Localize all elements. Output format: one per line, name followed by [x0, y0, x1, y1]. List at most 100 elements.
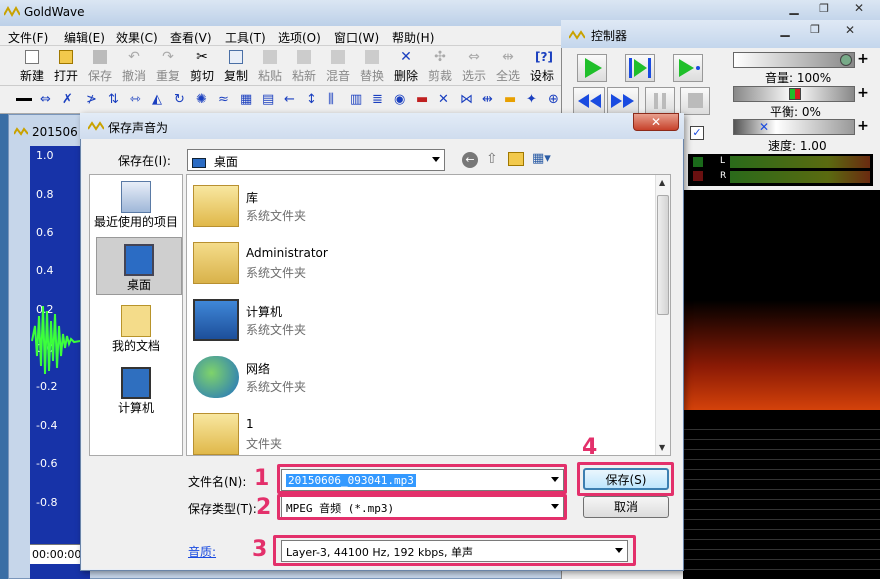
effect-icon-19[interactable]: ▬	[416, 92, 432, 108]
annotation-number-1: 1	[254, 466, 270, 491]
menu-window[interactable]: 窗口(W)	[334, 29, 379, 46]
wave-tab[interactable]: 201506	[13, 122, 84, 144]
save-in-combo[interactable]: 桌面	[187, 149, 445, 171]
delete-button[interactable]: ✕ 删除	[391, 48, 421, 84]
minimize-icon[interactable]: ▁	[780, 0, 808, 18]
place-label: 计算机	[117, 401, 154, 415]
list-item[interactable]: Administrator 系统文件夹	[191, 236, 631, 292]
stop-button[interactable]	[680, 87, 710, 115]
replace-button[interactable]: 替换	[357, 48, 387, 84]
scroll-down-icon[interactable]: ▼	[659, 443, 665, 452]
computer-icon	[193, 299, 239, 341]
effect-icon-14[interactable]: ↕	[306, 92, 322, 108]
list-item[interactable]: 1 文件夹	[191, 407, 631, 463]
save-toolbar-button[interactable]: 保存	[85, 48, 115, 84]
view-menu-icon[interactable]: ▦▾	[532, 151, 556, 167]
effect-icon-15[interactable]: ⫼	[328, 92, 344, 108]
place-documents[interactable]: 我的文档	[90, 305, 182, 354]
menu-file[interactable]: 文件(F)	[8, 29, 48, 46]
effect-icon-24[interactable]: ✦	[526, 92, 542, 108]
effect-icon-12[interactable]: ▤	[262, 92, 278, 108]
scrollbar-thumb[interactable]	[657, 195, 669, 315]
play-button[interactable]	[577, 54, 607, 82]
place-recent[interactable]: 最近使用的项目	[90, 181, 182, 230]
controller-logo-icon	[568, 29, 586, 41]
list-item[interactable]: 计算机 系统文件夹	[191, 293, 631, 349]
filetype-label: 保存类型(T):	[188, 502, 257, 516]
up-folder-icon[interactable]: ⇧	[486, 151, 500, 167]
trim-button[interactable]: ✣ 剪裁	[425, 48, 455, 84]
effect-icon-2[interactable]: ⇔	[40, 92, 56, 108]
menu-view[interactable]: 查看(V)	[170, 29, 212, 46]
effect-icon-22[interactable]: ⇹	[482, 92, 498, 108]
balance-slider[interactable]	[733, 86, 855, 102]
effect-icon-10[interactable]: ≈	[218, 92, 234, 108]
effect-icon-1[interactable]	[16, 98, 32, 114]
dialog-close-button[interactable]: ✕	[633, 113, 679, 131]
mix-button[interactable]: 混音	[323, 48, 353, 84]
undo-button[interactable]: ↶ 撤消	[119, 48, 149, 84]
effect-icon-4[interactable]: ≯	[86, 92, 102, 108]
scope-grid	[683, 420, 880, 579]
scroll-up-icon[interactable]: ▲	[659, 178, 665, 187]
copy-button[interactable]: 复制	[221, 48, 251, 84]
balance-plus-icon[interactable]: +	[856, 86, 870, 102]
cut-button[interactable]: ✂ 剪切	[187, 48, 217, 84]
redo-button[interactable]: ↷ 重复	[153, 48, 183, 84]
effect-icon-13[interactable]: ←	[284, 92, 300, 108]
list-item[interactable]: 网络 系统文件夹	[191, 350, 631, 406]
select-view-button[interactable]: ⇔ 选示	[459, 48, 489, 84]
speed-plus-icon[interactable]: +	[856, 119, 870, 135]
menu-edit[interactable]: 编辑(E)	[64, 29, 105, 46]
effect-icon-7[interactable]: ◭	[152, 92, 168, 108]
fast-forward-button[interactable]	[607, 87, 639, 115]
list-item[interactable]: 库 系统文件夹	[191, 179, 631, 235]
controller-close-icon[interactable]: ✕	[831, 22, 869, 40]
controller-minimize-icon[interactable]: ▁	[771, 22, 799, 40]
place-computer[interactable]: 计算机	[90, 367, 182, 416]
close-icon[interactable]: ✕	[840, 0, 878, 18]
speed-slider[interactable]: ✕	[733, 119, 855, 135]
redo-icon: ↷	[162, 49, 174, 65]
new-folder-icon[interactable]	[508, 152, 524, 166]
play-from-cursor-button[interactable]	[673, 54, 703, 82]
rewind-button[interactable]	[573, 87, 605, 115]
effect-icon-9[interactable]: ✺	[196, 92, 212, 108]
set-marker-button[interactable]: [?] 设标	[527, 48, 557, 84]
menu-help[interactable]: 帮助(H)	[392, 29, 434, 46]
effect-icon-20[interactable]: ✕	[438, 92, 454, 108]
maximize-icon[interactable]: ❐	[810, 0, 838, 18]
effect-icon-6[interactable]: ⇿	[130, 92, 146, 108]
place-desktop[interactable]: 桌面	[96, 237, 182, 295]
effect-icon-21[interactable]: ⋈	[460, 92, 476, 108]
back-icon[interactable]: ←	[462, 152, 478, 168]
file-list-scrollbar[interactable]: ▲ ▼	[655, 175, 670, 455]
effect-icon-11[interactable]: ▦	[240, 92, 256, 108]
effect-icon-17[interactable]: ≣	[372, 92, 388, 108]
effect-icon-3[interactable]: ✗	[62, 92, 78, 108]
menu-options[interactable]: 选项(O)	[278, 29, 321, 46]
y-axis-label: -0.6	[36, 457, 58, 470]
file-name: 网络	[246, 362, 271, 376]
play-selection-button[interactable]	[625, 54, 655, 82]
paste-button[interactable]: 粘贴	[255, 48, 285, 84]
volume-slider[interactable]	[733, 52, 855, 68]
effect-icon-5[interactable]: ⇅	[108, 92, 124, 108]
effect-icon-8[interactable]: ↻	[174, 92, 190, 108]
controller-restore-icon[interactable]: ❐	[801, 22, 829, 40]
play-from-cursor-icon	[679, 59, 700, 77]
effect-icon-23[interactable]: ▬	[504, 92, 520, 108]
speed-checkbox[interactable]: ✓	[690, 126, 704, 140]
volume-plus-icon[interactable]: +	[856, 52, 870, 68]
cancel-button[interactable]: 取消	[583, 496, 669, 518]
select-all-button[interactable]: ⇹ 全选	[493, 48, 523, 84]
quality-link[interactable]: 音质:	[188, 543, 216, 560]
effect-icon-16[interactable]: ▥	[350, 92, 366, 108]
open-button[interactable]: 打开	[51, 48, 81, 84]
menu-tools[interactable]: 工具(T)	[225, 29, 266, 46]
pause-button[interactable]	[645, 87, 675, 115]
menu-effects[interactable]: 效果(C)	[116, 29, 158, 46]
effect-icon-18[interactable]: ◉	[394, 92, 410, 108]
new-button[interactable]: 新建	[17, 48, 47, 84]
paste-new-button[interactable]: 粘新	[289, 48, 319, 84]
